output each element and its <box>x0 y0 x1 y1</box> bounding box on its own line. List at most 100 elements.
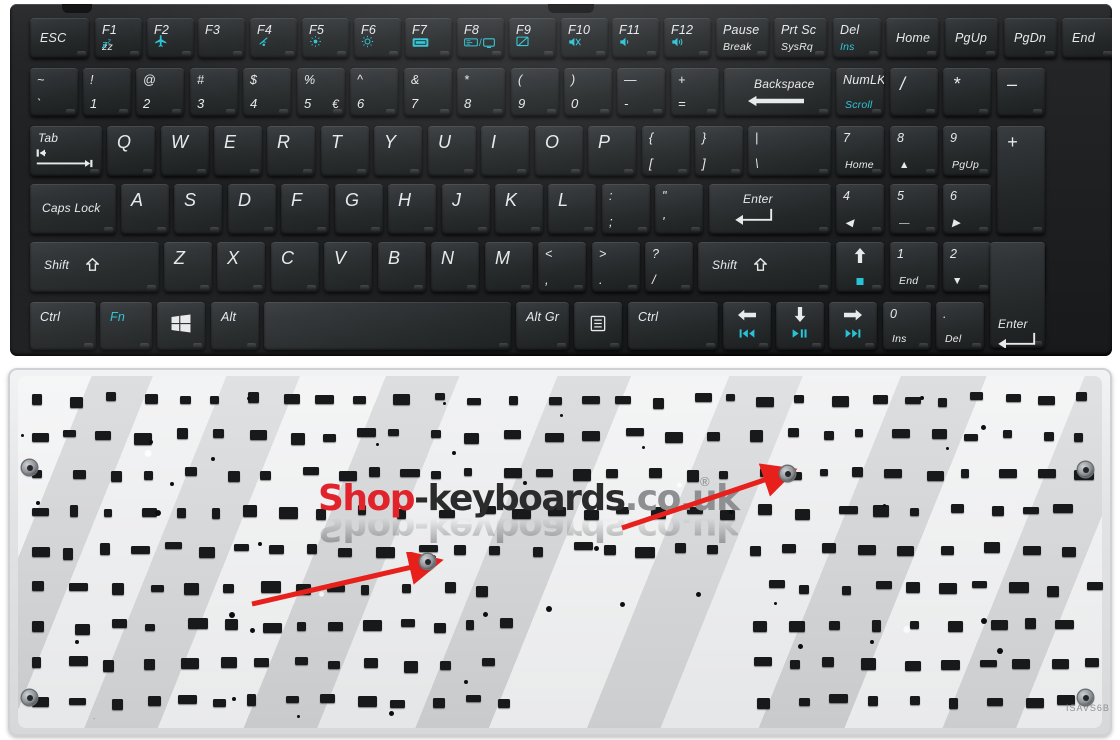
key-f5[interactable]: F5 <box>302 18 349 58</box>
key-d9[interactable]: (9 <box>511 68 559 116</box>
key-h[interactable]: H <box>388 184 436 234</box>
key-np5[interactable]: 5— <box>890 184 938 234</box>
key-q[interactable]: Q <box>107 126 155 176</box>
key-lalt[interactable]: Alt <box>211 302 259 350</box>
key-pgdn[interactable]: PgDn <box>1004 18 1057 58</box>
key-rctrl[interactable]: Ctrl <box>628 302 718 350</box>
key-f8[interactable]: F8/ <box>457 18 504 58</box>
key-npdot[interactable]: . Del <box>936 302 984 350</box>
key-np8[interactable]: 8 ▲ <box>890 126 938 176</box>
key-down[interactable] <box>776 302 824 350</box>
key-np4[interactable]: 4 ◀ <box>836 184 884 234</box>
key-minus[interactable]: — - <box>617 68 665 116</box>
key-altgr[interactable]: Alt Gr <box>516 302 569 350</box>
key-left[interactable] <box>723 302 771 350</box>
key-npplus[interactable]: + <box>997 126 1045 234</box>
key-g[interactable]: G <box>335 184 383 234</box>
key-tab[interactable]: Tab <box>30 126 102 176</box>
key-f6[interactable]: F6 <box>354 18 401 58</box>
key-comma[interactable]: <, <box>538 242 586 292</box>
key-np0[interactable]: 0 Ins <box>883 302 931 350</box>
key-d4[interactable]: $4 <box>243 68 291 116</box>
key-fn[interactable]: Fn <box>100 302 152 350</box>
key-rshift[interactable]: Shift <box>698 242 831 292</box>
key-npminus[interactable]: – <box>997 68 1045 116</box>
key-d6[interactable]: ^ 6 <box>350 68 398 116</box>
key-caps[interactable]: Caps Lock <box>30 184 116 234</box>
key-n[interactable]: N <box>431 242 479 292</box>
key-m[interactable]: M <box>485 242 533 292</box>
key-equal[interactable]: + = <box>671 68 719 116</box>
key-d0[interactable]: ) 0 <box>564 68 612 116</box>
key-f1[interactable]: F1 zᴢ zz <box>95 18 142 58</box>
key-j[interactable]: J <box>442 184 490 234</box>
key-menu[interactable] <box>574 302 622 350</box>
key-o[interactable]: O <box>535 126 583 176</box>
key-e[interactable]: E <box>214 126 262 176</box>
key-l[interactable]: L <box>548 184 596 234</box>
key-r[interactable]: R <box>267 126 315 176</box>
key-x[interactable]: X <box>217 242 265 292</box>
key-home[interactable]: Home <box>886 18 939 58</box>
key-npenter[interactable]: Enter <box>990 242 1045 348</box>
key-np6[interactable]: 6 ▶ <box>943 184 991 234</box>
key-y[interactable]: Y <box>374 126 422 176</box>
key-f12[interactable]: F12 <box>664 18 711 58</box>
key-u[interactable]: U <box>428 126 476 176</box>
key-tilde[interactable]: ~ ` <box>30 68 78 116</box>
key-d[interactable]: D <box>228 184 276 234</box>
key-slash[interactable]: ? / <box>645 242 693 292</box>
key-b[interactable]: B <box>378 242 426 292</box>
key-np9[interactable]: 9 PgUp <box>943 126 991 176</box>
key-d2[interactable]: @2 <box>136 68 184 116</box>
key-d1[interactable]: ! 1 <box>83 68 131 116</box>
key-k[interactable]: K <box>495 184 543 234</box>
key-enter[interactable]: Enter <box>709 184 831 234</box>
key-f2[interactable]: F2 <box>147 18 194 58</box>
key-pause[interactable]: Pause Break <box>716 18 769 58</box>
key-t[interactable]: T <box>321 126 369 176</box>
key-win[interactable] <box>157 302 205 350</box>
key-p[interactable]: P <box>588 126 636 176</box>
key-f[interactable]: F <box>281 184 329 234</box>
key-v[interactable]: V <box>324 242 372 292</box>
key-np2[interactable]: 2 ▼ <box>943 242 991 292</box>
key-d3[interactable]: #3 <box>190 68 238 116</box>
key-f3[interactable]: F3 <box>198 18 245 58</box>
key-f7[interactable]: F7 <box>405 18 452 58</box>
key-c[interactable]: C <box>271 242 319 292</box>
key-numlk[interactable]: NumLK Scroll <box>836 68 884 116</box>
key-backspace[interactable]: Backspace <box>724 68 831 116</box>
key-d7[interactable]: & 7 <box>404 68 452 116</box>
key-del[interactable]: Del Ins <box>833 18 881 58</box>
key-d8[interactable]: * 8 <box>457 68 505 116</box>
key-end[interactable]: End <box>1062 18 1112 58</box>
key-a[interactable]: A <box>121 184 169 234</box>
key-esc[interactable]: ESC <box>30 18 89 58</box>
key-np7[interactable]: 7 Home <box>836 126 884 176</box>
key-f11[interactable]: F11 <box>612 18 659 58</box>
key-lctrl[interactable]: Ctrl <box>30 302 96 350</box>
key-npstar[interactable]: * <box>943 68 991 116</box>
key-backslash[interactable]: | \ <box>748 126 831 176</box>
key-i[interactable]: I <box>481 126 529 176</box>
key-z[interactable]: Z <box>164 242 212 292</box>
key-np1[interactable]: 1 End <box>890 242 938 292</box>
key-f9[interactable]: F9 <box>509 18 556 58</box>
key-lbrace[interactable]: {[ <box>642 126 690 176</box>
key-rbrace[interactable]: }] <box>695 126 743 176</box>
key-f4[interactable]: F4 <box>250 18 297 58</box>
key-space[interactable] <box>264 302 511 350</box>
key-period[interactable]: >. <box>592 242 640 292</box>
key-s[interactable]: S <box>174 184 222 234</box>
key-lshift[interactable]: Shift <box>30 242 159 292</box>
key-w[interactable]: W <box>161 126 209 176</box>
key-prtsc[interactable]: Prt Sc SysRq <box>774 18 827 58</box>
key-semicolon[interactable]: :; <box>602 184 650 234</box>
key-right[interactable] <box>829 302 877 350</box>
key-d5[interactable]: % 5 € <box>297 68 345 116</box>
key-up[interactable] <box>836 242 884 292</box>
key-npslash[interactable]: / <box>890 68 938 116</box>
key-f10[interactable]: F10 <box>561 18 608 58</box>
key-pgup[interactable]: PgUp <box>945 18 998 58</box>
